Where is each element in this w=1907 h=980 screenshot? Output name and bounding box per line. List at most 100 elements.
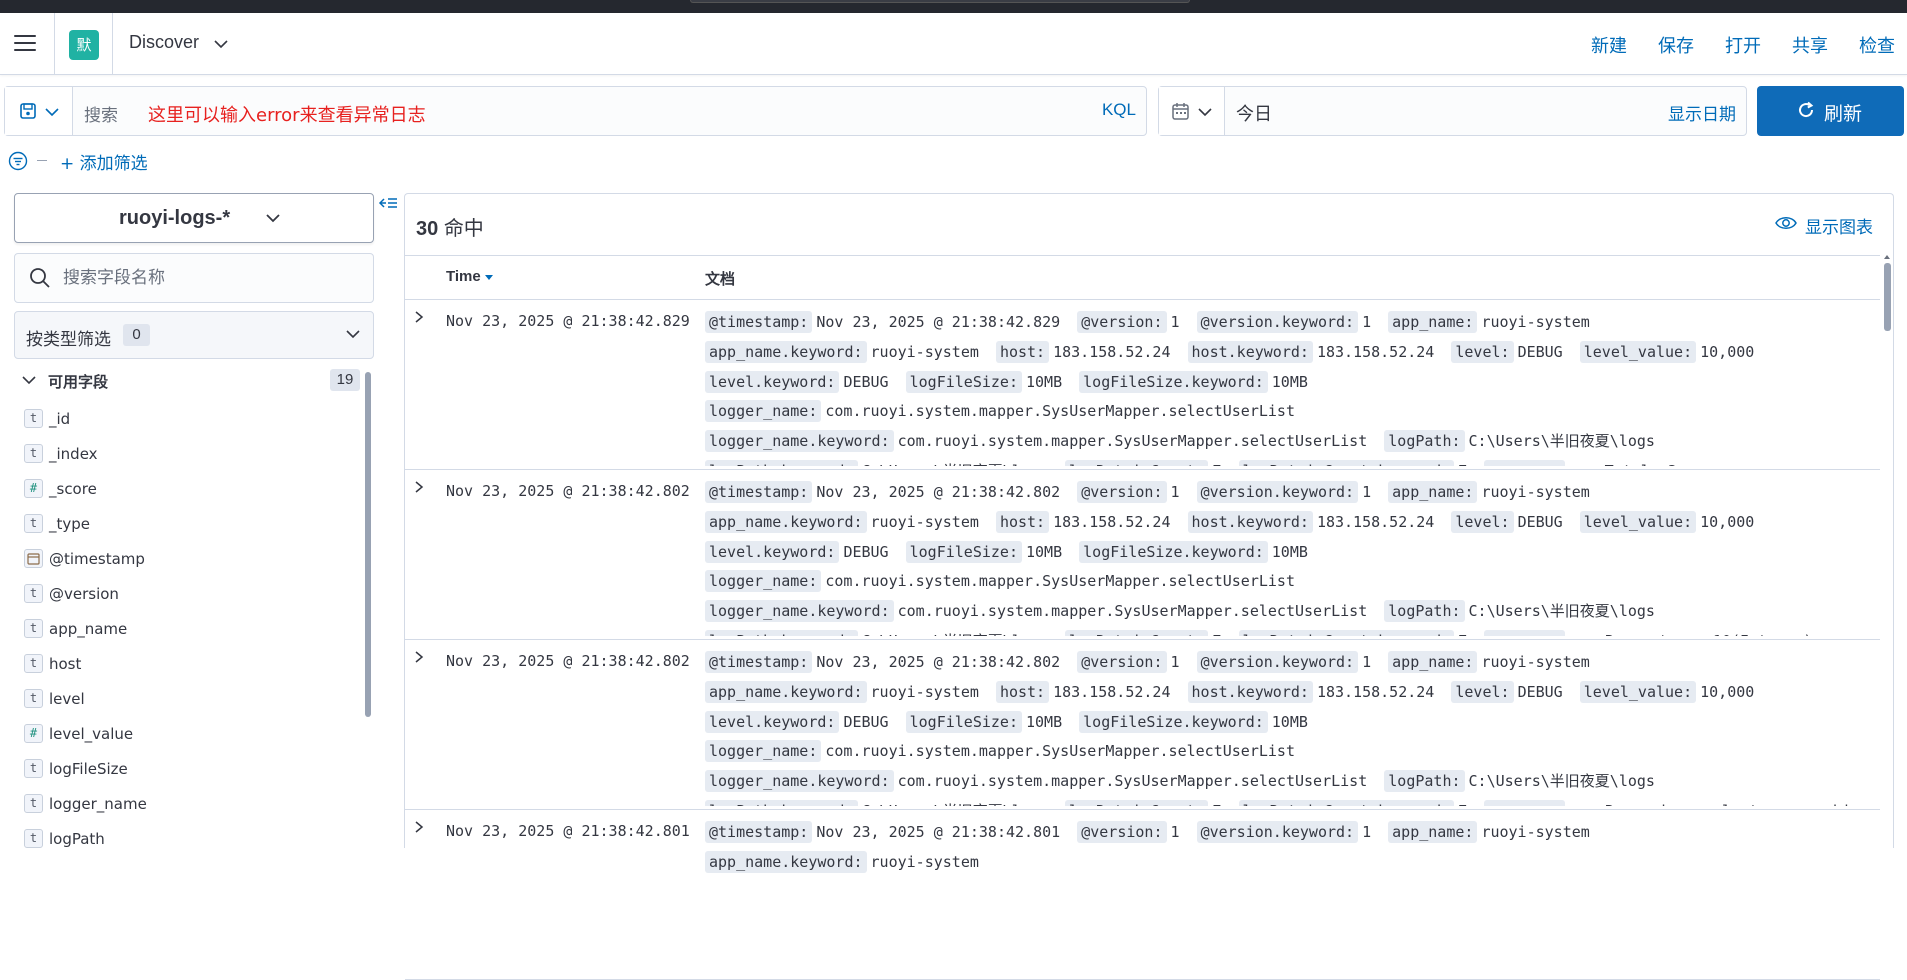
doc-field-key: app_name.keyword:: [705, 340, 867, 363]
doc-field-key: host:: [995, 510, 1050, 533]
doc-field-value: C:\Users\半旧夜夏\logs: [862, 632, 1048, 636]
field-item[interactable]: t logger_name: [14, 787, 359, 822]
doc-field: @timestamp: Nov 23, 2025 @ 21:38:42.829: [705, 311, 1060, 333]
doc-field-key: level_value:: [1579, 680, 1697, 703]
field-name: @version: [49, 585, 119, 603]
field-name: _score: [49, 480, 97, 498]
field-item[interactable]: t level: [14, 682, 359, 717]
save-icon: [20, 103, 36, 119]
field-item[interactable]: t _type: [14, 507, 359, 542]
quick-date-button[interactable]: [1159, 87, 1225, 135]
doc-field-key: message:: [1484, 459, 1565, 466]
hits-count: 30: [416, 218, 439, 240]
kql-toggle[interactable]: KQL: [1102, 100, 1136, 120]
results-scroll-thumb[interactable]: [1884, 263, 1891, 331]
expand-row-icon[interactable]: [413, 820, 425, 839]
number-type-icon: #: [24, 724, 43, 743]
sidebar-scrollbar[interactable]: [365, 372, 371, 717]
doc-field-value: ruoyi-system: [870, 512, 979, 531]
collapse-sidebar-icon[interactable]: [378, 196, 398, 212]
date-range-value[interactable]: 今日: [1236, 100, 1272, 126]
string-type-icon: t: [24, 689, 43, 708]
doc-field-value: com.ruoyi.system.mapper.SysUserMapper.se…: [825, 572, 1295, 591]
sort-down-icon[interactable]: [484, 274, 493, 280]
search-label[interactable]: 搜索: [84, 101, 118, 126]
field-item[interactable]: t logPath: [14, 822, 359, 857]
field-item[interactable]: t @version: [14, 577, 359, 612]
query-input[interactable]: 这里可以输入error来查看异常日志: [148, 101, 426, 127]
doc-field: logRetainCount:7: [1064, 799, 1221, 806]
row-document: @timestamp: Nov 23, 2025 @ 21:38:42.802 @…: [705, 648, 1875, 806]
doc-field-value: com.ruoyi.system.mapper.SysUserMapper.se…: [897, 602, 1368, 621]
doc-field: logger_name: com.ruoyi.system.mapper.SysU…: [705, 740, 1295, 763]
string-type-icon: t: [24, 584, 43, 603]
filter-by-type[interactable]: 按类型筛选 0: [14, 311, 374, 359]
field-item[interactable]: # _score: [14, 472, 359, 507]
doc-field-key: logger_name:: [705, 740, 822, 763]
doc-field-key: host.keyword:: [1187, 510, 1313, 533]
share-link[interactable]: 共享: [1792, 32, 1828, 58]
saved-query-button[interactable]: [5, 87, 73, 135]
field-name: _index: [49, 445, 98, 463]
open-link[interactable]: 打开: [1725, 32, 1761, 58]
field-item[interactable]: t _id: [14, 402, 359, 437]
new-link[interactable]: 新建: [1591, 32, 1627, 58]
field-item[interactable]: t host: [14, 647, 359, 682]
sidebar-scroll-thumb[interactable]: [365, 372, 371, 717]
doc-field-key: logger_name.keyword:: [705, 770, 894, 793]
space-avatar[interactable]: 默: [69, 30, 99, 60]
chevron-down-icon[interactable]: [213, 37, 229, 51]
index-pattern-picker[interactable]: ruoyi-logs-*: [14, 193, 374, 243]
doc-field-value: C:\Users\半旧夜夏\logs: [862, 802, 1048, 806]
doc-field-key: @version:: [1077, 481, 1167, 503]
string-type-icon: t: [24, 444, 43, 463]
doc-field: app_name.keyword: ruoyi-system: [705, 680, 979, 703]
date-type-icon: [24, 549, 43, 568]
doc-field-value: 10MB: [1271, 372, 1308, 391]
doc-field-key: @timestamp:: [705, 481, 813, 503]
field-search-input[interactable]: [63, 264, 353, 292]
doc-field: host: 183.158.52.24: [995, 340, 1171, 363]
expand-row-icon[interactable]: [413, 310, 425, 329]
menu-icon[interactable]: [14, 35, 36, 53]
field-item[interactable]: t logFileSize: [14, 752, 359, 787]
doc-field: logger_name: com.ruoyi.system.mapper.SysU…: [705, 570, 1295, 593]
string-type-icon: t: [24, 514, 43, 533]
filter-menu-icon[interactable]: [8, 151, 28, 171]
results-panel: 30 命中 显示图表 Time 文档 Nov 23, 2025 @ 21:38:…: [404, 193, 1894, 980]
doc-field: @version.keyword: 1: [1196, 311, 1371, 333]
field-item[interactable]: t app_name: [14, 612, 359, 647]
doc-field-key: app_name:: [1388, 311, 1478, 333]
save-link[interactable]: 保存: [1658, 32, 1694, 58]
doc-field: logPath: C:\Users\半旧夜夏\logs: [1384, 430, 1655, 453]
available-fields-header[interactable]: 可用字段 19: [14, 366, 362, 396]
app-title[interactable]: Discover: [129, 32, 199, 53]
row-timestamp: Nov 23, 2025 @ 21:38:42.801: [446, 822, 690, 840]
inspect-link[interactable]: 检查: [1859, 32, 1895, 58]
doc-field-value: com.ruoyi.system.mapper.SysUserMapper.se…: [825, 742, 1295, 761]
app-header: 默 Discover 新建 保存 打开 共享 检查: [0, 13, 1907, 75]
show-chart-button[interactable]: 显示图表: [1775, 213, 1873, 238]
expand-row-icon[interactable]: [413, 650, 425, 669]
field-item[interactable]: # level_value: [14, 717, 359, 752]
chevron-down-icon: [346, 330, 360, 339]
results-scrollbar[interactable]: [1884, 255, 1891, 850]
scroll-up-icon[interactable]: [1884, 255, 1890, 259]
doc-field: logPath: C:\Users\半旧夜夏\logs: [1384, 600, 1655, 623]
doc-field: level_value: 10,000: [1579, 510, 1754, 533]
doc-field-key: app_name:: [1388, 821, 1478, 843]
field-item[interactable]: t _index: [14, 437, 359, 472]
expand-row-icon[interactable]: [413, 480, 425, 499]
refresh-button[interactable]: 刷新: [1757, 86, 1904, 136]
doc-field-key: logFileSize:: [905, 370, 1022, 393]
doc-field: @version.keyword: 1: [1196, 821, 1371, 843]
doc-field-value: ruoyi-system: [870, 852, 979, 871]
field-item[interactable]: @timestamp: [14, 542, 359, 577]
doc-field-key: message:: [1484, 799, 1565, 806]
show-dates-link[interactable]: 显示日期: [1668, 100, 1736, 125]
add-filter-button[interactable]: + 添加筛选: [60, 149, 148, 174]
doc-field-key: logger_name:: [705, 570, 822, 593]
doc-field-value: ruoyi-system: [870, 682, 979, 701]
column-time[interactable]: Time: [446, 268, 493, 285]
doc-field: app_name: ruoyi-system: [1388, 481, 1590, 503]
